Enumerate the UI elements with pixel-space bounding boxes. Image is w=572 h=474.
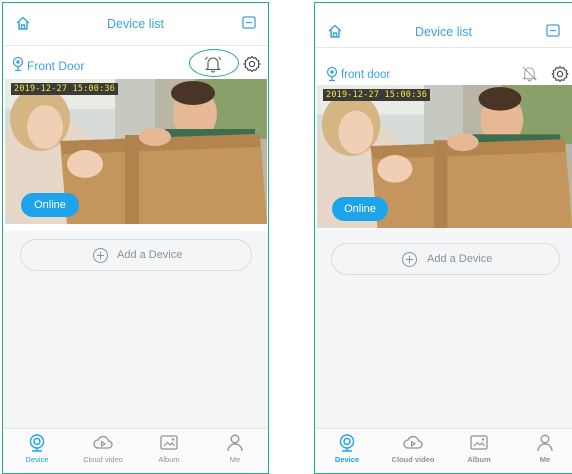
device-name[interactable]: front door [341,69,390,81]
phone-screen-2: Device list front door 2019-12-27 15:00:… [314,2,572,474]
bell-off-icon[interactable] [521,65,538,82]
tab-device[interactable]: Device [317,431,377,471]
tab-label: Album [158,455,180,464]
add-device-button[interactable]: Add a Device [331,243,560,275]
device-name[interactable]: Front Door [27,59,84,73]
album-icon [160,435,178,450]
bottom-tab-bar: Device Cloud video Album Me [3,428,268,473]
menu-icon[interactable] [242,16,256,29]
tab-me[interactable]: Me [515,431,572,471]
page-title: Device list [107,17,164,31]
camera-preview[interactable]: 2019-12-27 15:00:36 Online [5,79,267,224]
webcam-icon [339,434,355,452]
cloud-play-icon [93,435,113,449]
plus-circle-icon [402,252,417,267]
status-badge: Online [21,193,79,217]
tab-label: Device [25,455,49,464]
camera-pin-icon [12,56,24,72]
bottom-tab-bar: Device Cloud video Album Me [315,428,572,473]
tab-album[interactable]: Album [139,431,199,471]
timestamp-overlay: 2019-12-27 15:00:36 [323,89,431,101]
timestamp-overlay: 2019-12-27 15:00:36 [11,83,119,95]
tab-device[interactable]: Device [7,431,67,471]
camera-preview[interactable]: 2019-12-27 15:00:36 Online [317,85,572,228]
gear-icon[interactable] [551,65,569,83]
add-device-button[interactable]: Add a Device [20,239,252,271]
tab-label: Album [467,455,491,464]
phone-screen-1: Device list Front Door 2019-12-27 15:00:… [2,2,269,474]
menu-icon[interactable] [546,24,560,37]
device-row: Front Door [3,49,268,79]
add-device-label: Add a Device [427,253,493,265]
tab-label: Device [334,455,360,464]
tab-me[interactable]: Me [205,431,265,471]
person-icon [537,434,553,452]
app-header: Device list [3,3,268,46]
plus-circle-icon [93,248,108,263]
webcam-icon [29,434,45,452]
tab-album[interactable]: Album [449,431,509,471]
cloud-play-icon [403,435,423,449]
tab-label: Cloud video [83,455,123,464]
page-title: Device list [415,25,472,39]
tab-label: Me [229,455,241,464]
tab-cloud-video[interactable]: Cloud video [383,431,443,471]
add-device-label: Add a Device [117,249,183,261]
tab-label: Cloud video [391,455,435,464]
gear-icon[interactable] [243,55,261,73]
bell-icon[interactable] [204,55,222,73]
person-icon [227,434,243,452]
camera-pin-icon [326,66,338,82]
album-icon [470,435,488,450]
status-badge: Online [332,197,388,221]
app-header: Device list [315,3,572,48]
tab-label: Me [539,455,551,464]
tab-cloud-video[interactable]: Cloud video [73,431,133,471]
